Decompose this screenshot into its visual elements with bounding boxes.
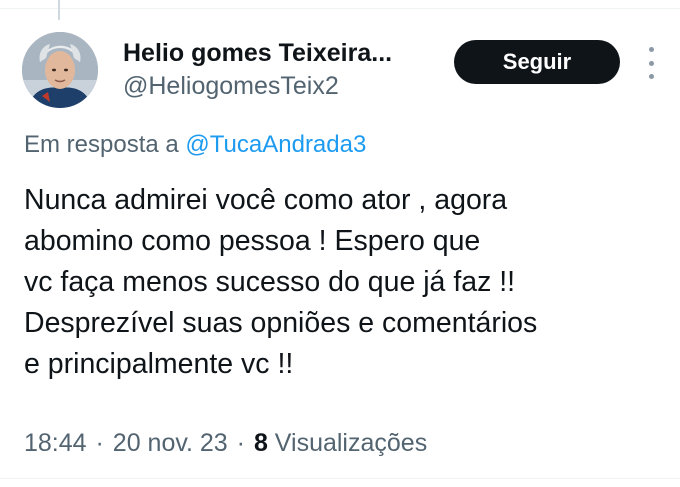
views-count: 8 [253,429,268,457]
tweet-date[interactable]: 20 nov. 23 [113,429,228,457]
thread-connector-line [58,0,60,20]
tweet-text-line: e principalmente vc !! [24,348,294,380]
author-display-name[interactable]: Helio gomes Teixeira... [123,38,443,68]
views-link[interactable]: 8 Visualizações [254,429,427,457]
tweet-text-line: abomino como pessoa ! Espero que [24,225,481,257]
tweet-time[interactable]: 18:44 [24,429,87,457]
separator: · [236,429,245,457]
author-handle[interactable]: @HeliogomesTeix2 [123,71,443,101]
tweet-text-line: vc faça menos sucesso do que já faz !! [24,266,516,298]
follow-button[interactable]: Seguir [454,40,620,84]
tweet-text-line: Desprezível suas opniões e comentários [24,307,538,339]
profile-photo-icon [22,32,98,108]
tweet-text-line: Nunca admirei você como ator , agora [24,184,508,216]
reply-prefix: Em resposta a [24,131,179,158]
reply-context: Em resposta a @TucaAndrada3 [24,130,366,160]
dot [648,74,654,79]
tweet-text: Nunca admirei você como ator , agora abo… [24,180,674,385]
author-info: Helio gomes Teixeira... @HeliogomesTeix2 [123,38,443,101]
views-label: Visualizações [274,429,428,457]
top-divider [0,8,680,9]
dot [648,60,654,66]
avatar[interactable] [22,32,98,108]
more-dots-vertical-icon[interactable] [641,47,661,79]
separator: · [95,429,104,457]
tweet-metadata: 18:44 · 20 nov. 23 · 8 Visualizações [24,427,427,459]
reply-to-handle-link[interactable]: @TucaAndrada3 [185,131,366,158]
bottom-divider [0,478,680,479]
dot [648,47,654,52]
